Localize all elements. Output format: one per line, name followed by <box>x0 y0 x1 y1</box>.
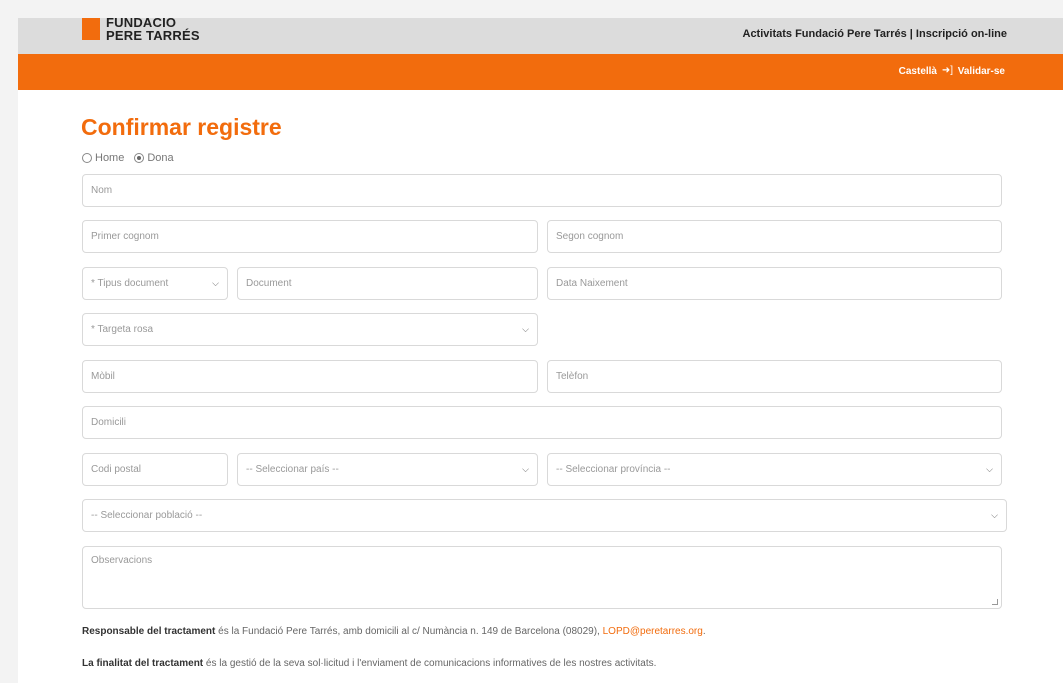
radio-home[interactable] <box>82 153 92 163</box>
chevron-down-icon: ⌵ <box>522 464 529 474</box>
domicili-placeholder: Domicili <box>91 417 126 428</box>
poblacio-select[interactable]: -- Seleccionar població -- ⌵ <box>82 499 1007 532</box>
observacions-textarea[interactable]: Observacions <box>82 546 1002 609</box>
pais-select[interactable]: -- Seleccionar país -- ⌵ <box>237 453 538 486</box>
login-link[interactable]: Validar-se <box>958 66 1005 77</box>
legal-responsable-bold: Responsable del tractament <box>82 626 216 637</box>
language-link[interactable]: Castellà <box>899 66 937 77</box>
poblacio-value: -- Seleccionar població -- <box>91 510 203 521</box>
telefon-input[interactable]: Telèfon <box>547 360 1002 393</box>
radio-dona[interactable] <box>134 153 145 163</box>
segon-cognom-placeholder: Segon cognom <box>556 231 624 242</box>
legal-finalitat-text: és la gestió de la seva sol·licitud i l'… <box>203 658 657 669</box>
gender-option-home[interactable]: Home <box>82 152 124 164</box>
targeta-rosa-value: * Targeta rosa <box>91 324 154 335</box>
document-placeholder: Document <box>246 278 292 289</box>
login-arrow-icon[interactable]: ➜] <box>942 65 953 76</box>
provincia-value: -- Seleccionar província -- <box>556 464 671 475</box>
mobil-placeholder: Mòbil <box>91 371 115 382</box>
resize-handle-icon[interactable] <box>992 599 998 605</box>
data-naixement-placeholder: Data Naixement <box>556 278 628 289</box>
chevron-down-icon: ⌵ <box>986 464 993 474</box>
pais-value: -- Seleccionar país -- <box>246 464 339 475</box>
primer-cognom-input[interactable]: Primer cognom <box>82 220 538 253</box>
primer-cognom-placeholder: Primer cognom <box>91 231 159 242</box>
tipus-document-value: * Tipus document <box>91 278 169 289</box>
lopd-email-link[interactable]: LOPD@peretarres.org <box>603 626 703 637</box>
data-naixement-input[interactable]: Data Naixement <box>547 267 1002 300</box>
site-title: Activitats Fundació Pere Tarrés | Inscri… <box>742 28 1008 40</box>
nom-placeholder: Nom <box>91 185 113 196</box>
chevron-down-icon: ⌵ <box>522 324 529 334</box>
gender-radio-group: Home Dona <box>82 152 184 164</box>
top-header: FUNDACIO PERE TARRÉS Activitats Fundació… <box>18 18 1063 54</box>
radio-dona-label: Dona <box>147 152 174 164</box>
chevron-down-icon: ⌵ <box>212 278 219 288</box>
legal-responsable: Responsable del tractament és la Fundaci… <box>82 626 706 637</box>
legal-finalitat: La finalitat del tractament és la gestió… <box>82 658 656 669</box>
nav-bar: Castellà ➜] Validar-se <box>18 54 1063 90</box>
logo-mark <box>82 18 100 40</box>
logo-line-2: PERE TARRÉS <box>106 28 200 43</box>
provincia-select[interactable]: -- Seleccionar província -- ⌵ <box>547 453 1002 486</box>
page-frame: FUNDACIO PERE TARRÉS Activitats Fundació… <box>18 18 1063 683</box>
nom-input[interactable]: Nom <box>82 174 1002 207</box>
legal-responsable-end: . <box>702 626 706 637</box>
document-input[interactable]: Document <box>237 267 538 300</box>
observacions-placeholder: Observacions <box>91 555 153 566</box>
gender-option-dona[interactable]: Dona <box>134 152 174 164</box>
domicili-input[interactable]: Domicili <box>82 406 1002 439</box>
logo[interactable]: FUNDACIO PERE TARRÉS <box>106 18 200 42</box>
segon-cognom-input[interactable]: Segon cognom <box>547 220 1002 253</box>
targeta-rosa-select[interactable]: * Targeta rosa ⌵ <box>82 313 538 346</box>
legal-responsable-text: és la Fundació Pere Tarrés, amb domicili… <box>215 626 603 637</box>
tipus-document-select[interactable]: * Tipus document ⌵ <box>82 267 228 300</box>
codi-postal-placeholder: Codi postal <box>91 464 142 475</box>
legal-finalitat-bold: La finalitat del tractament <box>82 658 204 669</box>
mobil-input[interactable]: Mòbil <box>82 360 538 393</box>
codi-postal-input[interactable]: Codi postal <box>82 453 228 486</box>
radio-home-label: Home <box>95 152 125 164</box>
page-title: Confirmar registre <box>81 114 282 140</box>
telefon-placeholder: Telèfon <box>556 371 589 382</box>
chevron-down-icon: ⌵ <box>991 510 998 520</box>
